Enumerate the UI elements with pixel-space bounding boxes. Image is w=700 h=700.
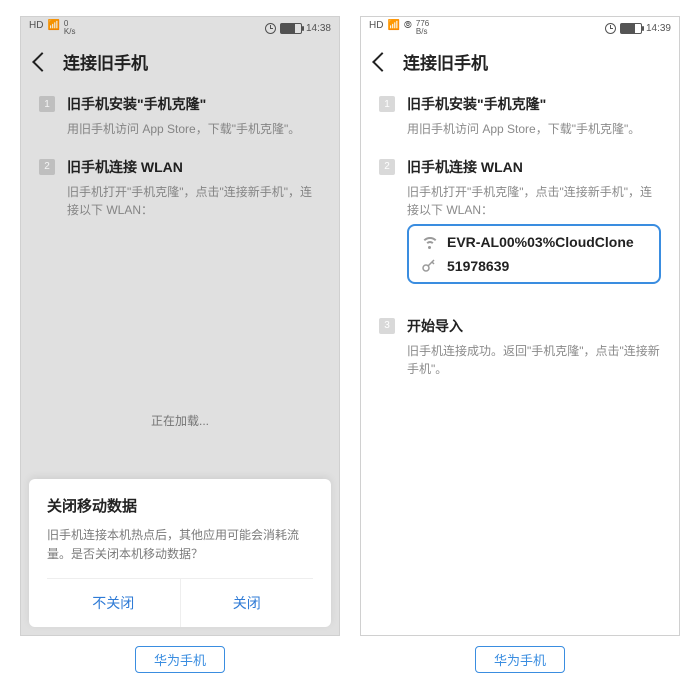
step-item: 2 旧手机连接 WLAN 旧手机打开"手机克隆"，点击"连接新手机"，连接以下 … bbox=[379, 157, 661, 298]
page-header: 连接旧手机 bbox=[361, 39, 679, 88]
status-bar: HD 📶 ⦾ 776 B/s 14:39 bbox=[361, 17, 679, 39]
alarm-icon bbox=[605, 23, 616, 34]
sheet-body: 旧手机连接本机热点后，其他应用可能会消耗流量。是否关闭本机移动数据？ bbox=[47, 526, 313, 564]
step-number: 1 bbox=[379, 96, 395, 112]
sheet-title: 关闭移动数据 bbox=[47, 495, 313, 516]
step-title: 旧手机安装"手机克隆" bbox=[407, 94, 661, 114]
step-item: 1 旧手机安装"手机克隆" 用旧手机访问 App Store，下载"手机克隆"。 bbox=[379, 94, 661, 139]
wifi-ssid: EVR-AL00%03%CloudClone bbox=[447, 234, 634, 250]
key-icon bbox=[421, 258, 437, 274]
page-title: 连接旧手机 bbox=[403, 49, 488, 74]
phone-screen-left: HD 📶 0 K/s 14:38 连接旧手机 1 旧手机安装"手机克隆" bbox=[20, 16, 340, 636]
sheet-button-no[interactable]: 不关闭 bbox=[47, 579, 180, 627]
clock-text: 14:39 bbox=[646, 23, 671, 34]
wifi-credentials-card: EVR-AL00%03%CloudClone 51978639 bbox=[407, 224, 661, 284]
step-title: 开始导入 bbox=[407, 316, 661, 336]
bottom-sheet: 关闭移动数据 旧手机连接本机热点后，其他应用可能会消耗流量。是否关闭本机移动数据… bbox=[29, 479, 331, 627]
step-number: 3 bbox=[379, 318, 395, 334]
step-desc: 旧手机连接成功。返回"手机克隆"，点击"连接新手机"。 bbox=[407, 342, 661, 379]
caption-badge-right: 华为手机 bbox=[475, 646, 565, 673]
hotspot-icon: ⦾ bbox=[404, 20, 412, 31]
signal-icon: 📶 bbox=[387, 20, 399, 31]
step-number: 2 bbox=[379, 159, 395, 175]
sheet-button-yes[interactable]: 关闭 bbox=[180, 579, 314, 627]
step-item: 3 开始导入 旧手机连接成功。返回"手机克隆"，点击"连接新手机"。 bbox=[379, 316, 661, 379]
back-icon[interactable] bbox=[372, 52, 392, 72]
wifi-icon bbox=[421, 234, 437, 250]
wifi-password: 51978639 bbox=[447, 258, 509, 274]
caption-badge-left: 华为手机 bbox=[135, 646, 225, 673]
step-desc: 旧手机打开"手机克隆"，点击"连接新手机"，连接以下 WLAN： bbox=[407, 183, 661, 220]
net-speed-unit: B/s bbox=[416, 28, 429, 36]
phone-screen-right: HD 📶 ⦾ 776 B/s 14:39 连接旧手机 1 旧手 bbox=[360, 16, 680, 636]
step-title: 旧手机连接 WLAN bbox=[407, 157, 661, 177]
battery-icon bbox=[620, 23, 642, 34]
hd-icon: HD bbox=[369, 20, 383, 31]
step-desc: 用旧手机访问 App Store，下载"手机克隆"。 bbox=[407, 120, 661, 139]
